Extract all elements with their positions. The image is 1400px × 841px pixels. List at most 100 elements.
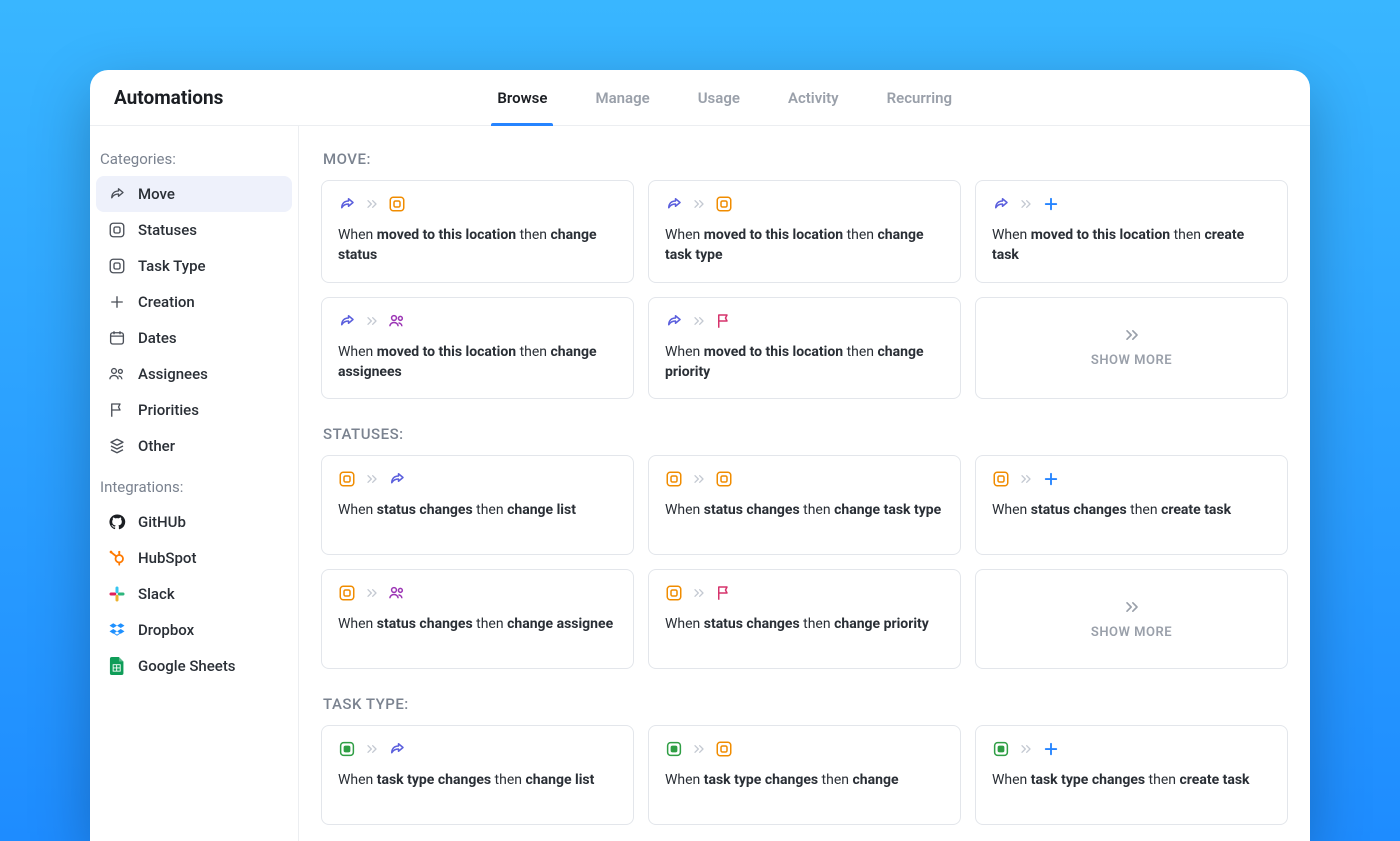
chevrons-right-icon xyxy=(691,313,707,329)
sidebar-categories-heading: Categories: xyxy=(96,142,292,176)
sidebar-integration-github[interactable]: GitHUb xyxy=(96,504,292,540)
sidebar-integration-hubspot[interactable]: HubSpot xyxy=(96,540,292,576)
automations-window: Automations BrowseManageUsageActivityRec… xyxy=(90,70,1310,841)
card-description: When status changes then change priority xyxy=(665,614,944,634)
tab-activity[interactable]: Activity xyxy=(788,70,839,125)
card-description: When moved to this location then create … xyxy=(992,225,1271,266)
show-more-label: SHOW MORE xyxy=(1091,625,1172,640)
people-icon xyxy=(388,584,406,602)
header-bar: Automations BrowseManageUsageActivityRec… xyxy=(90,70,1310,126)
sidebar-integration-slack[interactable]: Slack xyxy=(96,576,292,612)
plus-icon xyxy=(1042,195,1060,213)
automation-card[interactable]: When moved to this location then change … xyxy=(321,297,634,400)
card-description: When moved to this location then change … xyxy=(338,225,617,266)
sidebar-item-task-type[interactable]: Task Type xyxy=(96,248,292,284)
card-icon-row xyxy=(665,740,944,758)
plus-icon xyxy=(108,293,126,311)
chevrons-right-icon xyxy=(364,741,380,757)
tab-recurring[interactable]: Recurring xyxy=(887,70,952,125)
sidebar-item-creation[interactable]: Creation xyxy=(96,284,292,320)
section-title: TASK TYPE: xyxy=(323,695,1288,713)
flag-icon xyxy=(715,312,733,330)
card-description: When task type changes then create task xyxy=(992,770,1271,790)
automation-card[interactable]: When task type changes then change list xyxy=(321,725,634,825)
chevrons-right-icon xyxy=(364,585,380,601)
tab-manage[interactable]: Manage xyxy=(595,70,649,125)
sidebar-item-priorities[interactable]: Priorities xyxy=(96,392,292,428)
chevrons-right-icon xyxy=(1018,471,1034,487)
chevrons-right-icon xyxy=(691,741,707,757)
calendar-icon xyxy=(108,329,126,347)
card-description: When status changes then create task xyxy=(992,500,1271,520)
sidebar-item-label: GitHUb xyxy=(138,513,186,531)
card-description: When moved to this location then change … xyxy=(338,342,617,383)
flag-icon xyxy=(715,584,733,602)
sidebar-item-assignees[interactable]: Assignees xyxy=(96,356,292,392)
status-icon xyxy=(108,257,126,275)
show-more-card[interactable]: SHOW MORE xyxy=(975,297,1288,400)
automation-card[interactable]: When moved to this location then change … xyxy=(648,297,961,400)
status-icon xyxy=(992,470,1010,488)
sidebar-integration-gsheets[interactable]: Google Sheets xyxy=(96,648,292,684)
sidebar-item-label: Move xyxy=(138,185,175,203)
tab-browse[interactable]: Browse xyxy=(497,70,547,125)
card-icon-row xyxy=(338,584,617,602)
github-icon xyxy=(108,513,126,531)
sidebar-item-label: Google Sheets xyxy=(138,657,236,675)
chevrons-right-icon xyxy=(1122,597,1142,621)
people-icon xyxy=(388,312,406,330)
automation-card[interactable]: When status changes then create task xyxy=(975,455,1288,555)
sidebar-item-statuses[interactable]: Statuses xyxy=(96,212,292,248)
sidebar-integrations-heading: Integrations: xyxy=(96,470,292,504)
automation-card[interactable]: When status changes then change task typ… xyxy=(648,455,961,555)
share-icon xyxy=(108,185,126,203)
card-description: When task type changes then change xyxy=(665,770,944,790)
status-icon xyxy=(715,740,733,758)
card-grid: When status changes then change list When… xyxy=(321,455,1288,669)
sidebar-integration-dropbox[interactable]: Dropbox xyxy=(96,612,292,648)
chevrons-right-icon xyxy=(1018,741,1034,757)
automation-card[interactable]: When task type changes then create task xyxy=(975,725,1288,825)
status-icon xyxy=(715,470,733,488)
sidebar-item-label: HubSpot xyxy=(138,549,196,567)
status-icon xyxy=(665,584,683,602)
automation-card[interactable]: When status changes then change assignee xyxy=(321,569,634,669)
automation-card[interactable]: When moved to this location then create … xyxy=(975,180,1288,283)
automation-card[interactable]: When status changes then change priority xyxy=(648,569,961,669)
dropbox-icon xyxy=(108,621,126,639)
chevrons-right-icon xyxy=(1018,196,1034,212)
sidebar-item-label: Statuses xyxy=(138,221,197,239)
sidebar-item-label: Dates xyxy=(138,329,177,347)
card-icon-row xyxy=(992,470,1271,488)
tab-usage[interactable]: Usage xyxy=(698,70,740,125)
sidebar-item-label: Other xyxy=(138,437,175,455)
card-description: When status changes then change assignee xyxy=(338,614,617,634)
automation-card[interactable]: When task type changes then change xyxy=(648,725,961,825)
sidebar-item-move[interactable]: Move xyxy=(96,176,292,212)
task-type-icon xyxy=(665,740,683,758)
section-title: STATUSES: xyxy=(323,425,1288,443)
card-description: When task type changes then change list xyxy=(338,770,617,790)
card-icon-row xyxy=(338,312,617,330)
card-description: When status changes then change list xyxy=(338,500,617,520)
section-title: MOVE: xyxy=(323,150,1288,168)
card-icon-row xyxy=(665,312,944,330)
card-icon-row xyxy=(992,195,1271,213)
card-icon-row xyxy=(665,584,944,602)
show-more-label: SHOW MORE xyxy=(1091,353,1172,368)
sidebar-item-dates[interactable]: Dates xyxy=(96,320,292,356)
chevrons-right-icon xyxy=(691,585,707,601)
hubspot-icon xyxy=(108,549,126,567)
show-more-card[interactable]: SHOW MORE xyxy=(975,569,1288,669)
automation-card[interactable]: When status changes then change list xyxy=(321,455,634,555)
sidebar: Categories: Move Statuses Task TypeCreatio… xyxy=(90,126,299,841)
content-area: MOVE: When moved to this location then ch… xyxy=(299,126,1310,841)
card-icon-row xyxy=(665,470,944,488)
share-arrow-icon xyxy=(388,740,406,758)
automation-card[interactable]: When moved to this location then change … xyxy=(321,180,634,283)
automation-card[interactable]: When moved to this location then change … xyxy=(648,180,961,283)
card-icon-row xyxy=(338,740,617,758)
share-arrow-icon xyxy=(388,470,406,488)
sidebar-item-label: Assignees xyxy=(138,365,208,383)
sidebar-item-other[interactable]: Other xyxy=(96,428,292,464)
